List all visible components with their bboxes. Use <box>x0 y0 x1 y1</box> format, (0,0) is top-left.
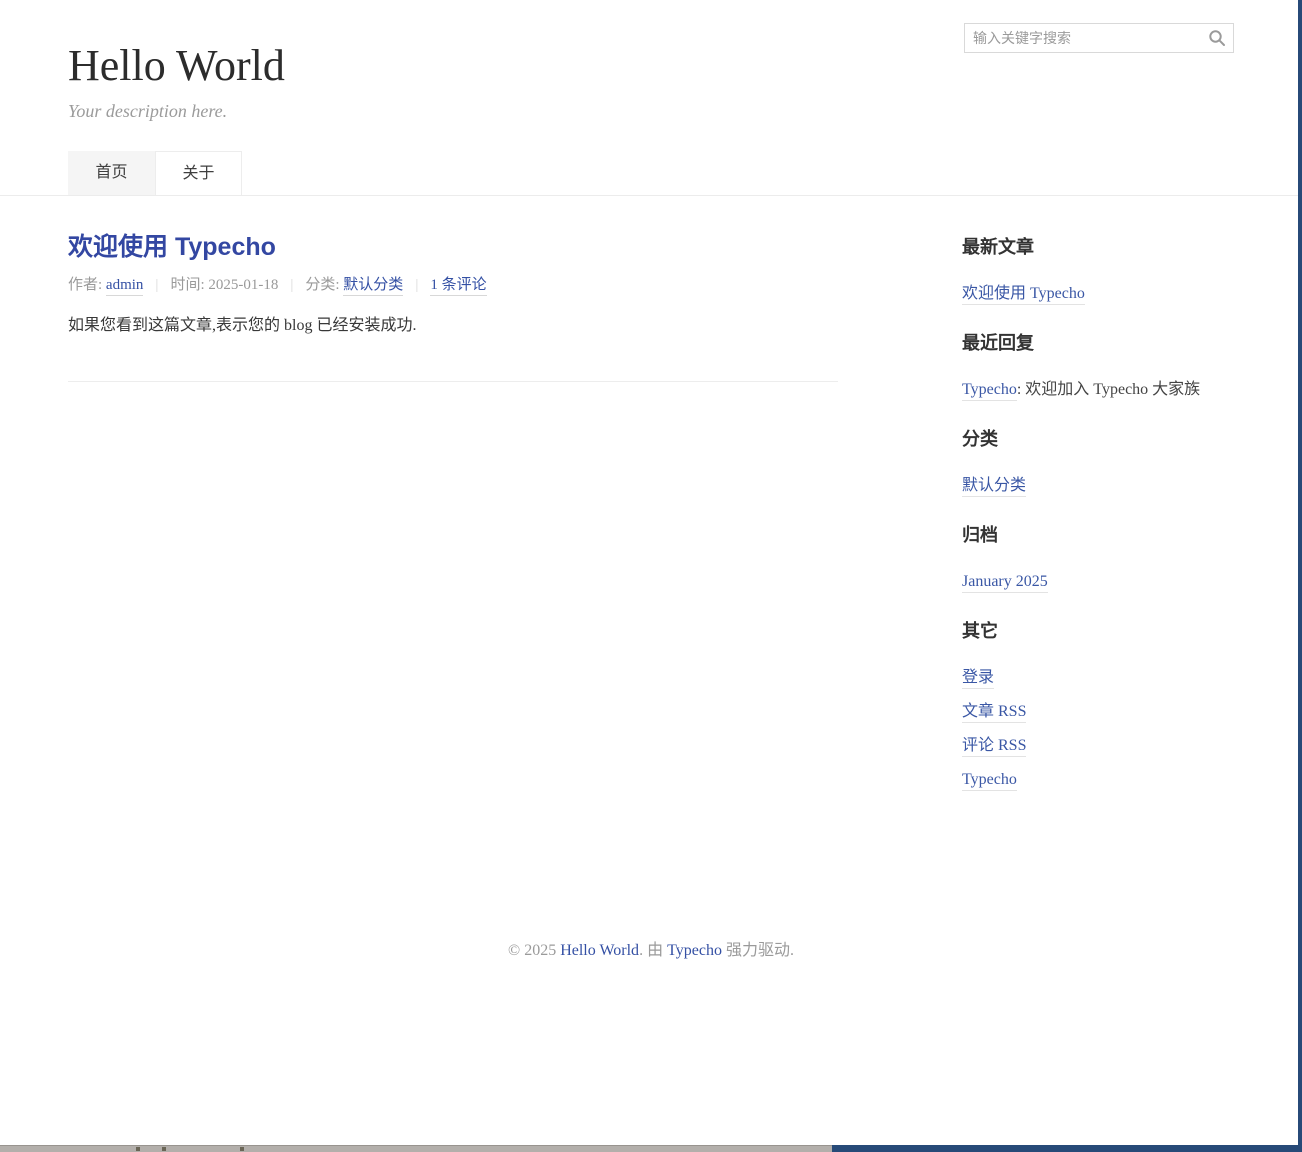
list-item: January 2025 <box>962 572 1234 592</box>
main-nav: 首页 关于 <box>68 151 1234 195</box>
footer-typecho-link[interactable]: Typecho <box>667 942 722 959</box>
comments-rss-link[interactable]: 评论 RSS <box>962 737 1026 757</box>
footer-site-link[interactable]: Hello World <box>560 942 639 959</box>
taskbar-icon-sliver <box>162 1147 166 1151</box>
list-item: 文章 RSS <box>962 702 1234 722</box>
taskbar-icon-sliver <box>136 1147 140 1151</box>
comments-link[interactable]: 1 条评论 <box>430 277 486 296</box>
taskbar-sliver-gray <box>0 1145 832 1152</box>
post: 欢迎使用 Typecho 作者: admin | 时间: 2025-01-18 | 分类… <box>68 232 838 337</box>
site-description: Your description here. <box>68 100 1234 122</box>
archive-link[interactable]: January 2025 <box>962 573 1048 593</box>
widget-title: 最新文章 <box>962 236 1234 258</box>
widget-title: 最近回复 <box>962 332 1234 354</box>
taskbar-icon-sliver <box>240 1147 244 1151</box>
search-input[interactable] <box>965 24 1201 52</box>
content-area: 欢迎使用 Typecho 作者: admin | 时间: 2025-01-18 | 分类… <box>68 196 1234 941</box>
widget-recent-posts: 最新文章 欢迎使用 Typecho <box>962 236 1234 304</box>
list-item: 评论 RSS <box>962 736 1234 756</box>
post-date: 时间: 2025-01-18 <box>170 277 278 293</box>
footer-text: 强力驱动. <box>722 942 794 959</box>
widget-misc: 其它 登录 文章 RSS 评论 RSS Typecho <box>962 620 1234 790</box>
author-label: 作者: <box>68 277 102 293</box>
footer-text: . 由 <box>639 942 667 959</box>
author-link[interactable]: admin <box>106 277 144 296</box>
post-meta: 作者: admin | 时间: 2025-01-18 | 分类: 默认分类 | 1 条评论 <box>68 276 838 295</box>
widget-recent-comments: 最近回复 Typecho: 欢迎加入 Typecho 大家族 <box>962 332 1234 400</box>
widget-title: 其它 <box>962 620 1234 642</box>
meta-separator: | <box>290 277 293 293</box>
list-item: Typecho <box>962 770 1234 790</box>
widget-title: 分类 <box>962 428 1234 450</box>
posts-rss-link[interactable]: 文章 RSS <box>962 703 1026 723</box>
main-column: 欢迎使用 Typecho 作者: admin | 时间: 2025-01-18 | 分类… <box>68 196 838 941</box>
post-divider <box>68 381 838 382</box>
recent-comment-author-link[interactable]: Typecho <box>962 381 1017 401</box>
widget-categories: 分类 默认分类 <box>962 428 1234 496</box>
site-header: Hello World Your description here. 首页 关于 <box>68 0 1234 195</box>
widget-title: 归档 <box>962 524 1234 546</box>
nav-tab-about[interactable]: 关于 <box>155 151 242 195</box>
taskbar-sliver-navy <box>832 1145 1302 1152</box>
post-title-link[interactable]: 欢迎使用 Typecho <box>68 232 838 262</box>
category-list-link[interactable]: 默认分类 <box>962 477 1026 497</box>
window-edge-right <box>1298 0 1302 1152</box>
copyright-text: © 2025 <box>508 942 560 959</box>
list-item: 欢迎使用 Typecho <box>962 284 1234 304</box>
page-footer: © 2025 Hello World. 由 Typecho 强力驱动. <box>0 941 1302 961</box>
list-item: 默认分类 <box>962 476 1234 496</box>
search-icon[interactable] <box>1208 29 1226 47</box>
search-box <box>964 23 1234 53</box>
nav-tab-home[interactable]: 首页 <box>68 151 155 195</box>
recent-post-link[interactable]: 欢迎使用 Typecho <box>962 285 1085 305</box>
recent-comment-excerpt: : 欢迎加入 Typecho 大家族 <box>1017 381 1200 398</box>
widget-archives: 归档 January 2025 <box>962 524 1234 592</box>
blog-page: Hello World Your description here. 首页 关于… <box>0 0 1302 961</box>
meta-separator: | <box>415 277 418 293</box>
typecho-link[interactable]: Typecho <box>962 771 1017 791</box>
list-item: Typecho: 欢迎加入 Typecho 大家族 <box>962 380 1234 400</box>
meta-separator: | <box>155 277 158 293</box>
list-item: 登录 <box>962 668 1234 688</box>
category-link[interactable]: 默认分类 <box>343 277 403 296</box>
login-link[interactable]: 登录 <box>962 669 994 689</box>
category-label: 分类: <box>305 277 339 293</box>
sidebar: 最新文章 欢迎使用 Typecho 最近回复 Typecho: 欢迎加入 Typ… <box>962 196 1234 941</box>
post-body: 如果您看到这篇文章,表示您的 blog 已经安装成功. <box>68 315 838 337</box>
